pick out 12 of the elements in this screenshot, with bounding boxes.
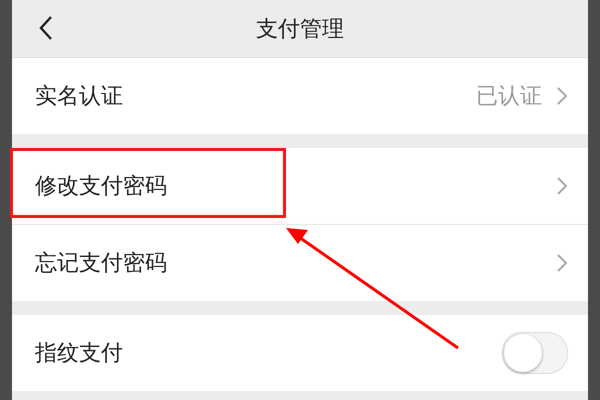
chevron-icon (556, 253, 568, 273)
row-value: 已认证 (476, 83, 542, 111)
toggle-switch[interactable] (502, 332, 568, 374)
row-label: 忘记支付密码 (35, 250, 168, 278)
menu-row[interactable]: 修改支付密码 (12, 148, 588, 225)
row-label: 实名认证 (35, 83, 124, 111)
page-title: 支付管理 (256, 16, 344, 44)
row-label: 指纹支付 (35, 340, 124, 368)
back-button[interactable] (38, 14, 54, 42)
chevron-icon (556, 176, 568, 196)
row-label: 修改支付密码 (35, 173, 168, 201)
chevron-icon (556, 86, 568, 106)
